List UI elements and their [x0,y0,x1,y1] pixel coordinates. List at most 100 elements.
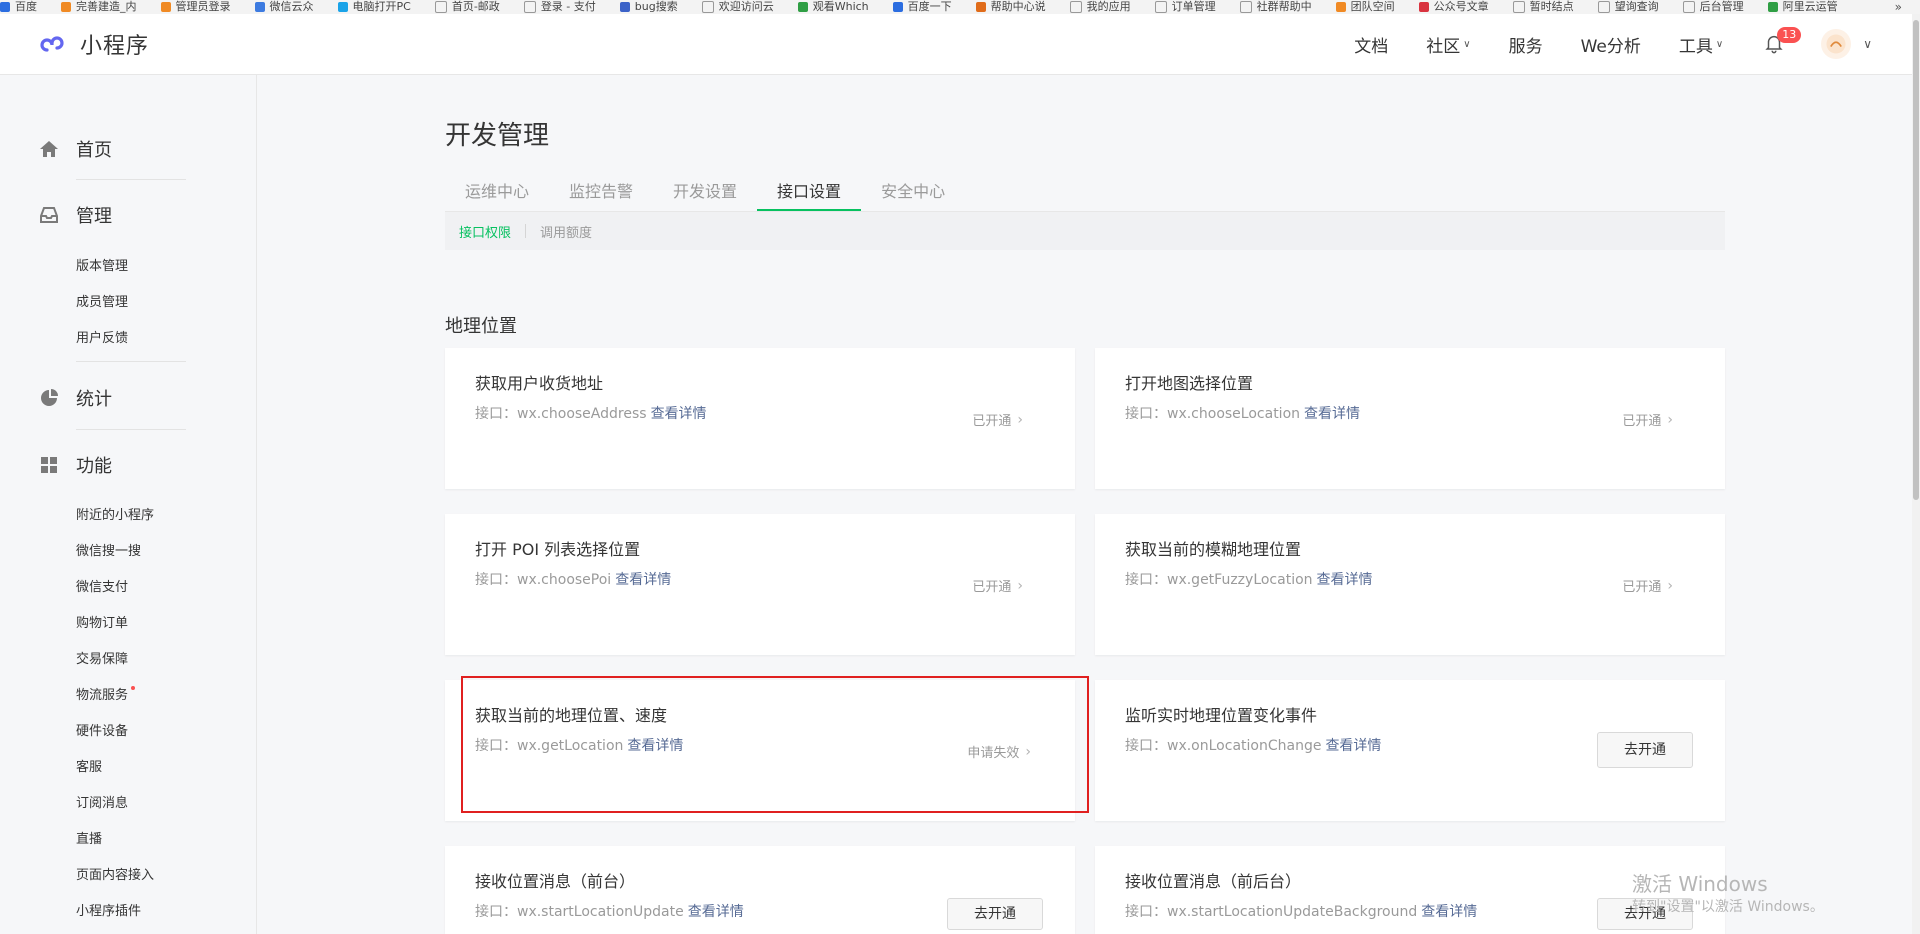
bookmark-item[interactable]: 公众号文章 [1418,0,1489,14]
api-status-link[interactable]: 已开通 › [972,576,1023,596]
tab-api-settings[interactable]: 接口设置 [757,174,862,211]
view-details-link[interactable]: 查看详情 [688,904,744,920]
bookmark-icon [975,2,986,12]
bookmark-icon [1682,1,1695,13]
avatar-image-icon [1826,34,1846,54]
api-card-title: 获取当前的模糊地理位置 [1125,540,1302,559]
api-card: 接收位置消息（前台） 接口：wx.startLocationUpdate 查看详情… [445,846,1075,934]
api-status-link[interactable]: 已开通 › [972,410,1023,430]
bookmark-item[interactable]: 电脑打开PC [337,0,411,14]
activate-button[interactable]: 去开通 [947,898,1043,930]
sidebar-item-user-feedback[interactable]: 用户反馈 [76,327,128,346]
api-card-title: 监听实时地理位置变化事件 [1125,706,1318,725]
sidebar-item-subscribe-message[interactable]: 订阅消息 [76,792,128,811]
bookmark-item[interactable]: 我的应用 [1069,0,1131,14]
sidebar-item-manage[interactable]: 管理 [38,202,112,228]
bookmark-item[interactable]: 阿里云运管 [1767,0,1838,14]
sidebar-item-member-management[interactable]: 成员管理 [76,291,128,310]
new-dot-badge [131,686,136,690]
sidebar-item-wechat-pay[interactable]: 微信支付 [76,576,128,595]
view-details-link[interactable]: 查看详情 [1421,904,1477,920]
subtab-api-permissions[interactable]: 接口权限 [445,222,525,241]
page-title: 开发管理 [445,121,550,151]
bookmark-item[interactable]: 帮助中心说 [975,0,1046,14]
sidebar-divider [76,429,186,430]
bookmark-item[interactable]: 欢迎访问云 [701,0,774,14]
nav-docs-link[interactable]: 文档 [1354,32,1388,57]
view-details-link[interactable]: 查看详情 [1304,406,1360,422]
tab-security[interactable]: 安全中心 [861,174,965,210]
bookmark-item[interactable]: 百度 [0,0,37,14]
bookmark-icon [701,1,714,13]
sidebar-item-trade-guarantee[interactable]: 交易保障 [76,648,128,667]
api-status-link[interactable]: 已开通 › [1622,576,1673,596]
bookmarks-more-button[interactable]: » [1895,0,1902,14]
notification-button[interactable]: 13 [1763,27,1802,56]
bookmark-item[interactable]: 观看Which [797,0,869,14]
bookmark-item[interactable]: 完善建造_内 [61,0,137,14]
bookmark-icon [160,2,171,12]
bookmark-item[interactable]: 百度一下 [892,0,952,14]
chevron-down-icon: ∨ [1463,38,1471,50]
logo-text: 小程序 [80,34,150,59]
nav-we-analytics-link[interactable]: We分析 [1581,32,1641,57]
bookmark-icon [1418,2,1429,12]
sidebar-divider [76,361,186,362]
bookmark-item[interactable]: 登录 - 支付 [523,0,596,14]
sidebar-item-live[interactable]: 直播 [76,828,102,847]
account-menu-chevron-icon[interactable]: ∨ [1863,37,1872,51]
bookmark-icon [254,2,265,12]
nav-tools-link[interactable]: 工具 ∨ [1679,32,1723,57]
highlight-box [461,676,1089,813]
nav-community-link[interactable]: 社区 ∨ [1426,32,1470,57]
view-details-link[interactable]: 查看详情 [1317,572,1373,588]
tab-operations[interactable]: 运维中心 [445,174,549,210]
bookmark-item[interactable]: 管理员登录 [160,0,231,14]
api-card-interface: 接口：wx.chooseLocation 查看详情 [1125,406,1361,422]
activate-button[interactable]: 去开通 [1597,732,1693,768]
api-status-link[interactable]: 已开通 › [1622,410,1673,430]
sidebar: 首页 管理 版本管理 成员管理 用户反馈 统计 功能 附近的小程序 微信搜一搜 … [0,75,257,934]
bookmark-item[interactable]: bug搜索 [619,0,678,14]
sidebar-item-stats[interactable]: 统计 [38,385,112,411]
api-card-interface: 接口：wx.getFuzzyLocation 查看详情 [1125,572,1373,588]
bookmark-item[interactable]: 团队空间 [1335,0,1395,14]
view-details-link[interactable]: 查看详情 [1325,738,1381,754]
bookmark-icon [0,2,10,12]
sidebar-item-home[interactable]: 首页 [38,136,112,162]
scrollbar-thumb[interactable] [1913,20,1919,500]
sidebar-item-logistics[interactable]: 物流服务 [76,684,136,703]
nav-services-link[interactable]: 服务 [1509,32,1543,57]
bookmark-icon [1069,1,1082,13]
view-details-link[interactable]: 查看详情 [615,572,671,588]
bookmark-item[interactable]: 暂时结点 [1512,0,1574,14]
bookmark-item[interactable]: 首页-邮政 [434,0,500,14]
sidebar-item-plugins[interactable]: 小程序插件 [76,900,141,919]
sidebar-item-features[interactable]: 功能 [38,452,112,478]
sidebar-item-nearby-miniprogram[interactable]: 附近的小程序 [76,504,154,523]
api-card: 接收位置消息（前后台） 接口：wx.startLocationUpdateBac… [1095,846,1725,934]
avatar[interactable] [1821,29,1852,59]
bookmark-item[interactable]: 订单管理 [1154,0,1216,14]
sidebar-item-shopping-orders[interactable]: 购物订单 [76,612,128,631]
subtab-call-quota[interactable]: 调用额度 [526,222,606,241]
bookmark-item[interactable]: 望询查询 [1597,0,1659,14]
sidebar-item-wechat-search[interactable]: 微信搜一搜 [76,540,141,559]
bookmark-item[interactable]: 后台管理 [1682,0,1744,14]
api-card-interface: 接口：wx.startLocationUpdate 查看详情 [475,904,744,920]
api-card-title: 接收位置消息（前后台） [1125,872,1302,891]
bookmark-item[interactable]: 社群帮助中 [1239,0,1312,14]
sidebar-item-hardware[interactable]: 硬件设备 [76,720,128,739]
tab-monitoring[interactable]: 监控告警 [549,174,653,210]
api-card: 获取用户收货地址 接口：wx.chooseAddress 查看详情 已开通 › [445,348,1075,489]
tab-dev-settings[interactable]: 开发设置 [653,174,757,210]
view-details-link[interactable]: 查看详情 [651,406,707,422]
sidebar-item-version-management[interactable]: 版本管理 [76,255,128,274]
sidebar-item-customer-service[interactable]: 客服 [76,756,102,775]
sidebar-item-page-content[interactable]: 页面内容接入 [76,864,154,883]
miniprogram-logo-icon [40,36,64,52]
logo[interactable]: 小程序 [38,28,149,60]
page-scrollbar[interactable] [1912,14,1920,934]
api-card-title: 打开 POI 列表选择位置 [475,540,641,559]
bookmark-item[interactable]: 微信云众 [254,0,314,14]
